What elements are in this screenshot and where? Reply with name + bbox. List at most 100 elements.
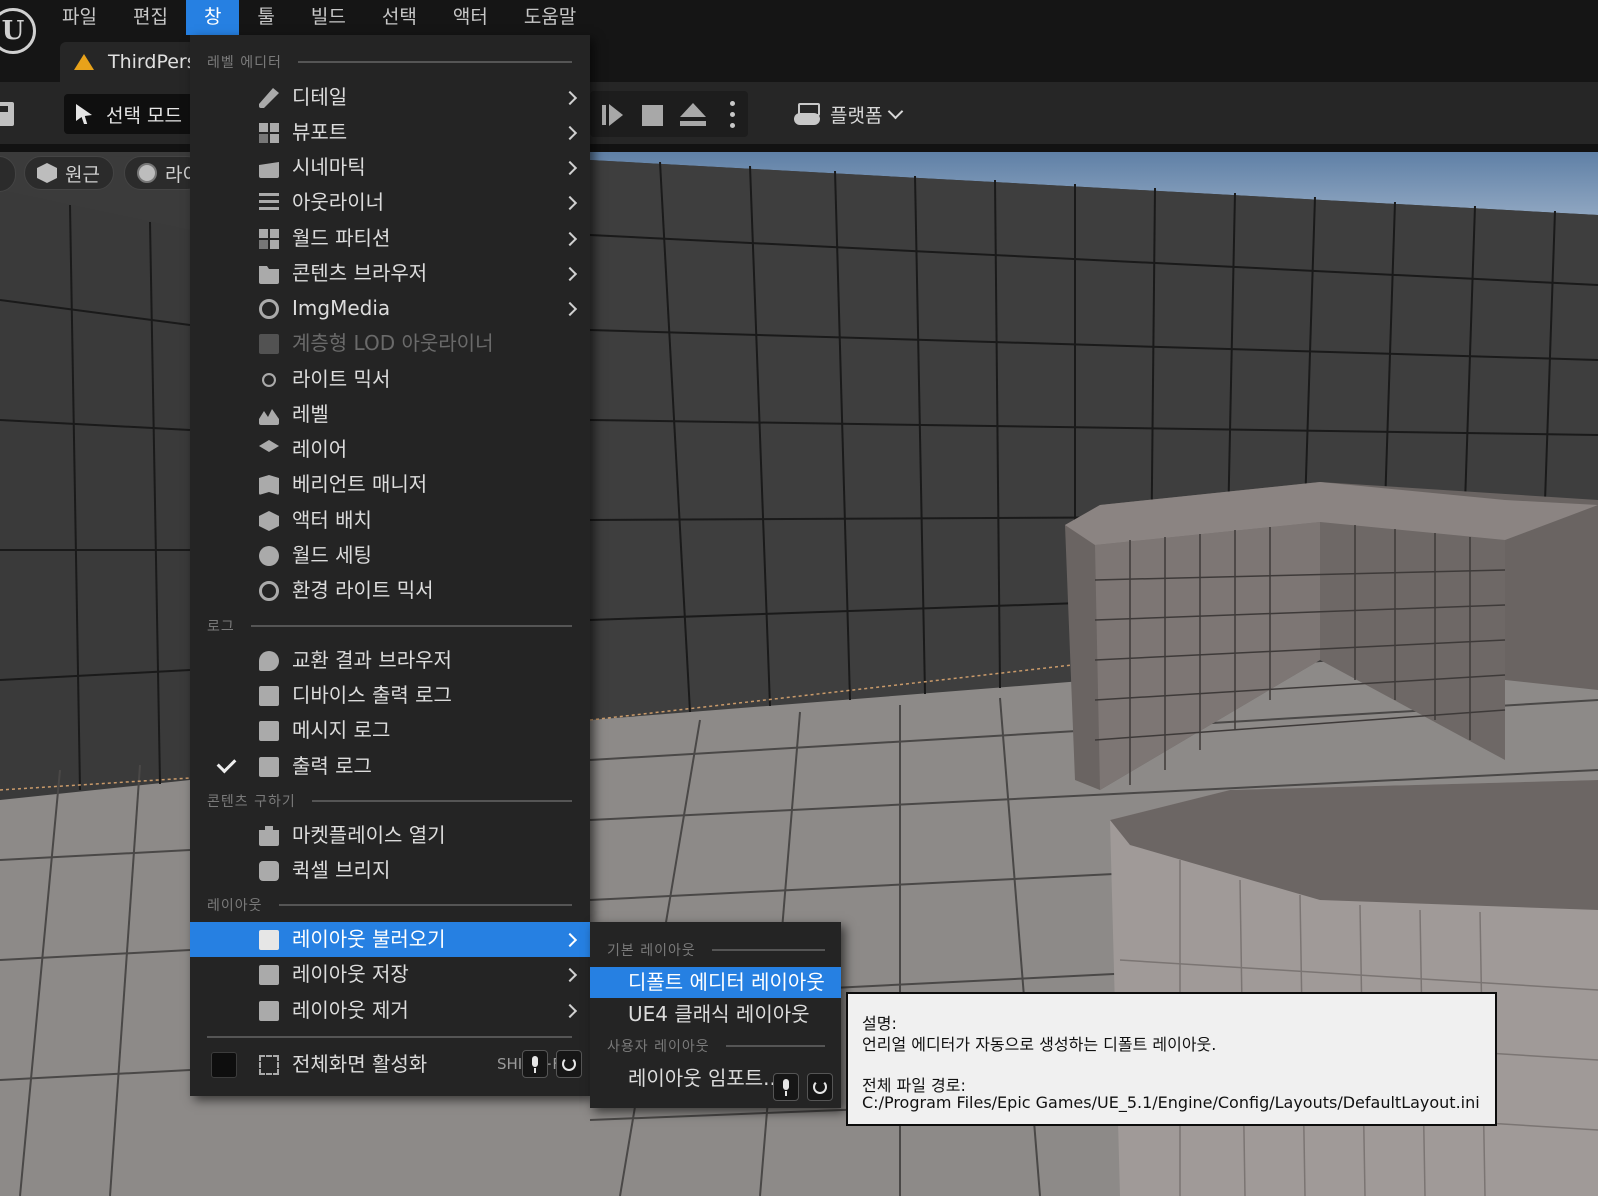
menu-item-label: 디폴트 에디터 레이아웃	[628, 970, 825, 994]
message-icon	[259, 721, 279, 741]
platforms-button[interactable]: 플랫폼	[794, 94, 904, 134]
skip-frame-icon[interactable]	[602, 105, 606, 125]
chevron-down-icon	[888, 103, 904, 119]
menu-item-fullscreen[interactable]: 전체화면 활성화 SHIFT+F11	[190, 1047, 590, 1082]
menu-item-device-output-log[interactable]: 디바이스 출력 로그	[190, 678, 590, 713]
globe-icon	[259, 546, 279, 566]
play-controls	[590, 91, 748, 137]
menu-item-label: 전체화면 활성화	[292, 1052, 428, 1076]
main-menubar: 파일 편집 창 툴 빌드 선택 액터 도움말	[44, 0, 594, 35]
advance-frame-icon[interactable]	[609, 104, 623, 126]
folder-search-icon	[259, 266, 279, 284]
menu-item-open-marketplace[interactable]: 마켓플레이스 열기	[190, 818, 590, 853]
menu-item-hlod-outliner: 계층형 LOD 아웃라이너	[190, 326, 590, 361]
microphone-icon[interactable]	[522, 1050, 548, 1078]
section-user-layouts: 사용자 레이아웃	[607, 1036, 825, 1056]
menu-item-cinematics[interactable]: 시네마틱	[190, 150, 590, 185]
chevron-right-icon	[562, 90, 578, 106]
menu-item-label: ImgMedia	[292, 296, 391, 320]
menu-window[interactable]: 창	[185, 0, 240, 35]
menu-item-label: 레벨	[292, 402, 329, 426]
more-options-icon[interactable]	[730, 101, 736, 129]
menu-select[interactable]: 선택	[364, 0, 435, 35]
section-label: 사용자 레이아웃	[607, 1039, 710, 1055]
menu-actor[interactable]: 액터	[435, 0, 506, 35]
menu-build[interactable]: 빌드	[293, 0, 364, 35]
viewport-icon	[259, 123, 279, 143]
unreal-logo-icon[interactable]: U	[0, 8, 36, 54]
menu-item-remove-layout[interactable]: 레이아웃 제거	[190, 993, 590, 1028]
menu-item-output-log[interactable]: 출력 로그	[190, 749, 590, 784]
cursor-icon	[76, 104, 92, 124]
menu-divider	[207, 1036, 572, 1038]
menu-item-details[interactable]: 디테일	[190, 80, 590, 115]
menu-item-layers[interactable]: 레이어	[190, 432, 590, 467]
eject-icon[interactable]	[680, 103, 706, 127]
level-document-tab[interactable]: ThirdPers	[60, 42, 200, 82]
level-warning-icon	[74, 54, 94, 70]
menu-item-interchange-browser[interactable]: 교환 결과 브라우저	[190, 643, 590, 678]
menu-item-quixel-bridge[interactable]: 퀵셀 브리지	[190, 853, 590, 888]
menu-item-default-editor-layout[interactable]: 디폴트 에디터 레이아웃	[590, 967, 841, 998]
refresh-icon[interactable]	[556, 1050, 582, 1078]
menu-item-levels[interactable]: 레벨	[190, 397, 590, 432]
menu-item-message-log[interactable]: 메시지 로그	[190, 713, 590, 748]
section-label: 기본 레이아웃	[607, 943, 696, 959]
menu-item-label: 메시지 로그	[292, 718, 391, 742]
refresh-icon[interactable]	[807, 1073, 833, 1101]
menu-item-label: 레이아웃 임포트...	[628, 1066, 783, 1090]
section-default-layouts: 기본 레이아웃	[607, 940, 825, 960]
clapper-icon	[259, 162, 279, 178]
tooltip-description-text: 언리얼 에디터가 자동으로 생성하는 디폴트 레이아웃.	[862, 1035, 1217, 1054]
menu-item-outliner[interactable]: 아웃라이너	[190, 185, 590, 220]
menu-tools[interactable]: 툴	[239, 0, 292, 35]
menu-edit[interactable]: 편집	[115, 0, 186, 35]
window-menu-dropdown: 레벨 에디터 디테일 뷰포트 시네마틱 아웃라이너 월드 파티션 콘텐츠 브라우…	[190, 35, 590, 1096]
save-icon[interactable]	[0, 102, 14, 126]
menu-item-label: 계층형 LOD 아웃라이너	[292, 331, 494, 355]
pencil-icon	[259, 88, 279, 108]
menu-item-place-actors[interactable]: 액터 배치	[190, 503, 590, 538]
menu-item-label: 시네마틱	[292, 155, 366, 179]
tooltip-path-text: C:/Program Files/Epic Games/UE_5.1/Engin…	[862, 1093, 1480, 1112]
menu-item-save-layout[interactable]: 레이아웃 저장	[190, 957, 590, 992]
section-label: 로그	[207, 619, 235, 635]
outliner-icon	[259, 193, 279, 213]
menu-item-label: UE4 클래식 레이아웃	[628, 1002, 810, 1026]
section-label: 콘텐츠 구하기	[207, 794, 296, 810]
lit-mode-icon	[137, 163, 157, 183]
menu-item-ue4-classic-layout[interactable]: UE4 클래식 레이아웃	[590, 999, 841, 1030]
menu-item-import-layout[interactable]: 레이아웃 임포트...	[590, 1063, 841, 1101]
menu-item-variant-manager[interactable]: 베리언트 매니저	[190, 467, 590, 502]
menu-item-imgmedia[interactable]: ImgMedia	[190, 291, 590, 326]
world-partition-icon	[259, 229, 279, 249]
menu-item-label: 마켓플레이스 열기	[292, 823, 446, 847]
menu-item-env-light-mixer[interactable]: 환경 라이트 믹서	[190, 573, 590, 608]
menu-item-label: 출력 로그	[292, 754, 372, 778]
microphone-icon[interactable]	[773, 1073, 799, 1101]
menu-item-content-browser[interactable]: 콘텐츠 브라우저	[190, 256, 590, 291]
menu-item-world-settings[interactable]: 월드 세팅	[190, 538, 590, 573]
menu-item-viewports[interactable]: 뷰포트	[190, 115, 590, 150]
chevron-right-icon	[562, 125, 578, 141]
fullscreen-icon	[259, 1055, 279, 1075]
menu-item-label: 환경 라이트 믹서	[292, 578, 434, 602]
chevron-right-icon	[562, 231, 578, 247]
checkmark-icon	[216, 753, 237, 774]
menu-item-world-partition[interactable]: 월드 파티션	[190, 221, 590, 256]
chevron-right-icon	[562, 160, 578, 176]
menu-file[interactable]: 파일	[44, 0, 115, 35]
selection-mode-button[interactable]: 선택 모드	[64, 94, 204, 134]
section-level-editor: 레벨 에디터	[207, 52, 572, 72]
menu-item-light-mixer[interactable]: 라이트 믹서	[190, 362, 590, 397]
menu-item-label: 디바이스 출력 로그	[292, 683, 452, 707]
fullscreen-checkbox[interactable]	[211, 1052, 237, 1078]
load-layout-submenu: 기본 레이아웃 디폴트 에디터 레이아웃 UE4 클래식 레이아웃 사용자 레이…	[590, 922, 841, 1108]
menu-item-load-layout[interactable]: 레이아웃 불러오기	[190, 922, 590, 957]
chevron-right-icon	[562, 301, 578, 317]
menu-help[interactable]: 도움말	[506, 0, 594, 35]
chevron-right-icon	[562, 195, 578, 211]
hlod-icon	[259, 334, 279, 354]
stop-icon[interactable]	[642, 105, 663, 126]
perspective-button[interactable]: 원근	[24, 156, 114, 190]
